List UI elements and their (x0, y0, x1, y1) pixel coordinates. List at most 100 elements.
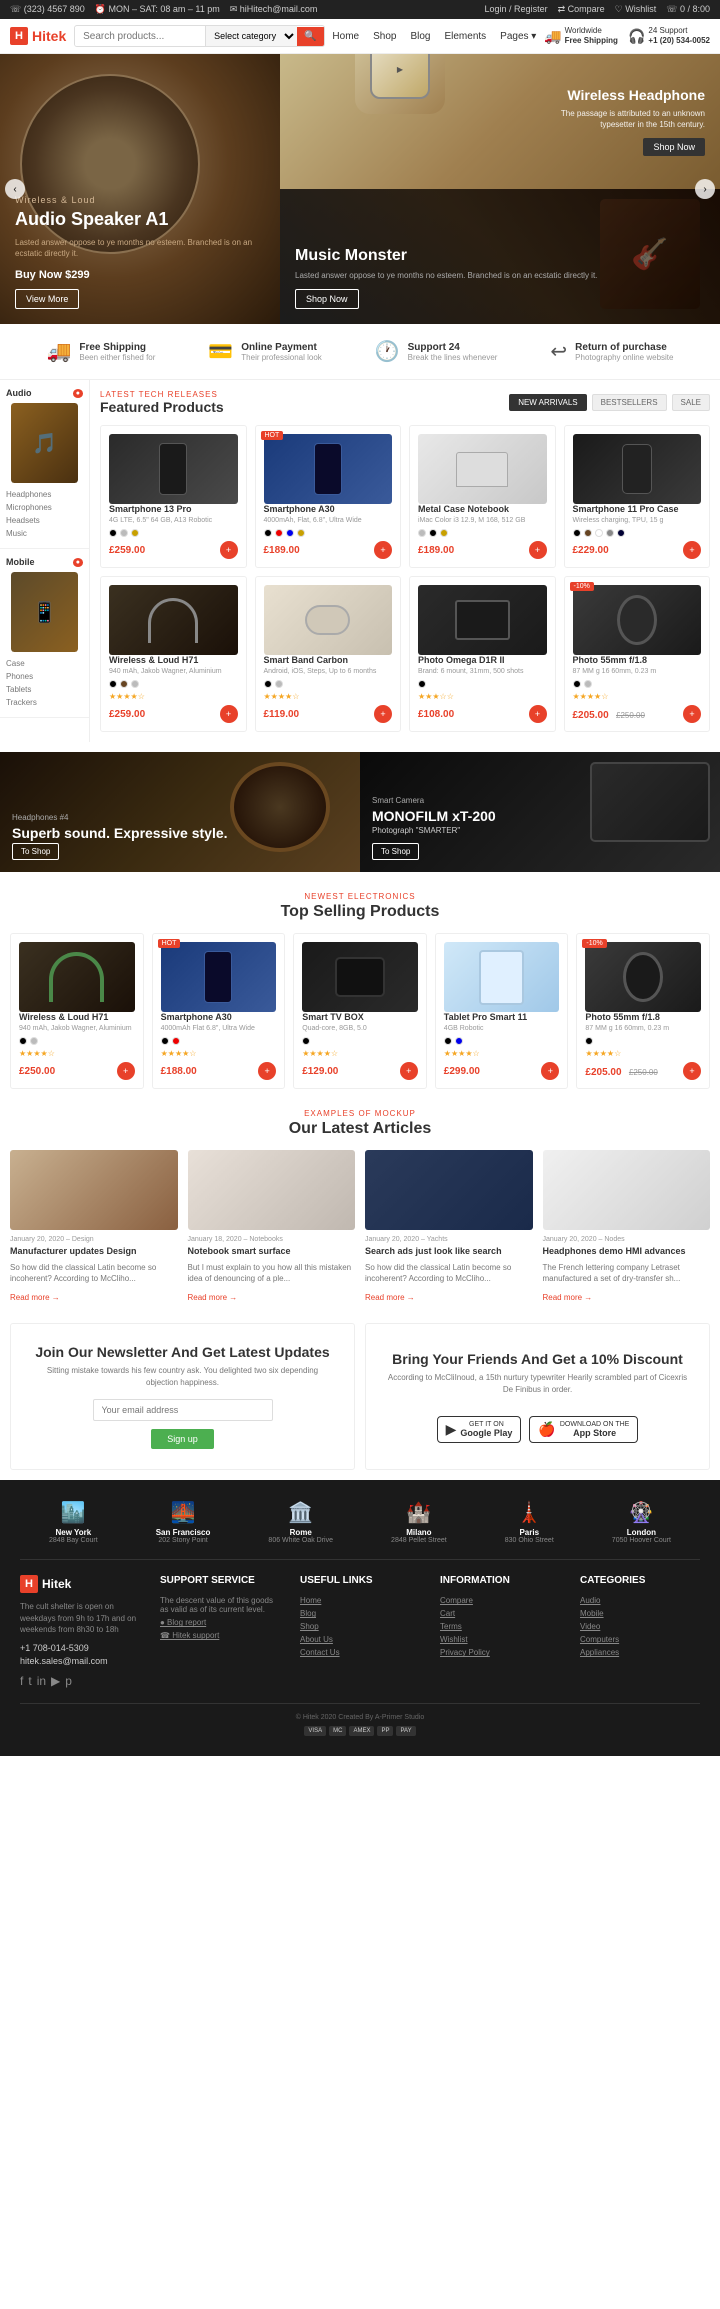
shop-now-headphone-button[interactable]: Shop Now (643, 138, 705, 156)
search-input[interactable] (75, 27, 205, 46)
color-swatch[interactable] (109, 529, 117, 537)
nav-blog[interactable]: Blog (410, 31, 430, 42)
read-more-link[interactable]: Read more → (10, 1293, 60, 1302)
sidebar-phones[interactable]: Phones (6, 670, 83, 683)
newsletter-signup-button[interactable]: Sign up (151, 1429, 214, 1449)
free-shipping-action[interactable]: 🚚 WorldwideFree Shipping (544, 26, 618, 45)
login-link[interactable]: Login / Register (485, 4, 548, 15)
pinterest-icon[interactable]: p (65, 1674, 72, 1688)
category-select[interactable]: Select category (205, 26, 297, 46)
sidebar-headphones[interactable]: Headphones (6, 488, 83, 501)
app-store-button[interactable]: 🍎 DOWNLOAD ON THE App Store (529, 1416, 638, 1443)
add-to-cart-button[interactable]: + (374, 705, 392, 723)
footer-about-link[interactable]: About Us (300, 1633, 420, 1646)
sidebar-mobile[interactable]: Mobile ● 📱 Case Phones Tablets Trackers (0, 549, 89, 718)
search-button[interactable]: 🔍 (297, 27, 323, 46)
add-to-cart-button[interactable]: + (374, 541, 392, 559)
logo[interactable]: H Hitek (10, 27, 66, 45)
color-swatch[interactable] (30, 1037, 38, 1045)
color-swatch[interactable] (120, 680, 128, 688)
color-swatch[interactable] (573, 529, 581, 537)
footer-audio-link[interactable]: Audio (580, 1594, 700, 1607)
shop-now-music-button[interactable]: Shop Now (295, 289, 359, 309)
footer-compare-link[interactable]: Compare (440, 1594, 560, 1607)
color-swatch[interactable] (584, 529, 592, 537)
color-swatch[interactable] (286, 529, 294, 537)
add-to-cart-button[interactable]: + (529, 541, 547, 559)
color-swatch[interactable] (418, 529, 426, 537)
add-to-cart-button[interactable]: + (683, 1062, 701, 1080)
facebook-icon[interactable]: f (20, 1674, 23, 1688)
wishlist-link[interactable]: ♡ Wishlist (615, 4, 657, 15)
read-more-link[interactable]: Read more → (543, 1293, 593, 1302)
nav-elements[interactable]: Elements (444, 31, 486, 42)
add-to-cart-button[interactable]: + (529, 705, 547, 723)
footer-terms-link[interactable]: Terms (440, 1620, 560, 1633)
sidebar-headsets[interactable]: Headsets (6, 514, 83, 527)
add-to-cart-button[interactable]: + (117, 1062, 135, 1080)
footer-blog-link[interactable]: ● Blog report (160, 1616, 280, 1629)
color-swatch[interactable] (131, 529, 139, 537)
footer-mobile-link[interactable]: Mobile (580, 1607, 700, 1620)
nav-pages[interactable]: Pages ▾ (500, 31, 536, 42)
nav-home[interactable]: Home (332, 31, 359, 42)
twitter-icon[interactable]: t (28, 1674, 31, 1688)
newsletter-email-input[interactable] (93, 1399, 273, 1421)
tab-sale[interactable]: SALE (672, 394, 710, 411)
add-to-cart-button[interactable]: + (220, 705, 238, 723)
color-swatch[interactable] (584, 680, 592, 688)
color-swatch[interactable] (418, 680, 426, 688)
add-to-cart-button[interactable]: + (683, 705, 701, 723)
footer-cart-link[interactable]: Cart (440, 1607, 560, 1620)
support-action[interactable]: 🎧 24 Support+1 (20) 534-0052 (628, 26, 710, 45)
youtube-icon[interactable]: ▶ (51, 1674, 60, 1688)
color-swatch[interactable] (161, 1037, 169, 1045)
headphones-shop-button[interactable]: To Shop (12, 843, 59, 860)
color-swatch[interactable] (120, 529, 128, 537)
footer-video-link[interactable]: Video (580, 1620, 700, 1633)
color-swatch[interactable] (19, 1037, 27, 1045)
color-swatch[interactable] (297, 529, 305, 537)
sidebar-music[interactable]: Music (6, 527, 83, 540)
color-swatch[interactable] (440, 529, 448, 537)
footer-blog-link[interactable]: Blog (300, 1607, 420, 1620)
next-button[interactable]: › (695, 179, 715, 199)
add-to-cart-button[interactable]: + (258, 1062, 276, 1080)
color-swatch[interactable] (264, 680, 272, 688)
footer-shop-link[interactable]: Shop (300, 1620, 420, 1633)
footer-contact-link[interactable]: Contact Us (300, 1646, 420, 1659)
sidebar-case[interactable]: Case (6, 657, 83, 670)
support-phone-link[interactable]: ☏ 0 / 8:00 (666, 4, 710, 15)
footer-wishlist-link[interactable]: Wishlist (440, 1633, 560, 1646)
footer-privacy-link[interactable]: Privacy Policy (440, 1646, 560, 1659)
sidebar-audio[interactable]: Audio ● 🎵 Headphones Microphones Headset… (0, 380, 89, 549)
read-more-link[interactable]: Read more → (188, 1293, 238, 1302)
tab-new-arrivals[interactable]: NEW ARRIVALS (509, 394, 586, 411)
sidebar-tablets[interactable]: Tablets (6, 683, 83, 696)
google-play-button[interactable]: ▶ GET IT ON Google Play (437, 1416, 522, 1443)
color-swatch[interactable] (429, 529, 437, 537)
footer-appliances-link[interactable]: Appliances (580, 1646, 700, 1659)
color-swatch[interactable] (275, 680, 283, 688)
add-to-cart-button[interactable]: + (220, 541, 238, 559)
search-bar[interactable]: Select category 🔍 (74, 25, 324, 47)
sidebar-trackers[interactable]: Trackers (6, 696, 83, 709)
add-to-cart-button[interactable]: + (541, 1062, 559, 1080)
color-swatch[interactable] (109, 680, 117, 688)
color-swatch[interactable] (585, 1037, 593, 1045)
sidebar-microphones[interactable]: Microphones (6, 501, 83, 514)
color-swatch[interactable] (573, 680, 581, 688)
add-to-cart-button[interactable]: + (400, 1062, 418, 1080)
prev-button[interactable]: ‹ (5, 179, 25, 199)
color-swatch[interactable] (606, 529, 614, 537)
footer-home-link[interactable]: Home (300, 1594, 420, 1607)
camera-shop-button[interactable]: To Shop (372, 843, 419, 860)
color-swatch[interactable] (302, 1037, 310, 1045)
footer-hitek-support-link[interactable]: ☎ Hitek support (160, 1629, 280, 1642)
color-swatch[interactable] (131, 680, 139, 688)
tab-bestsellers[interactable]: BESTSELLERS (592, 394, 667, 411)
view-more-button[interactable]: View More (15, 289, 79, 309)
color-swatch[interactable] (275, 529, 283, 537)
nav-shop[interactable]: Shop (373, 31, 396, 42)
read-more-link[interactable]: Read more → (365, 1293, 415, 1302)
